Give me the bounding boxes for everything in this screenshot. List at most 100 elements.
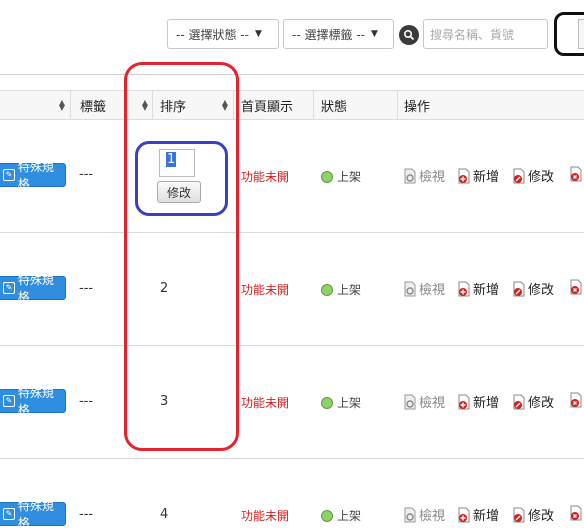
sort-order-cell: 4	[160, 507, 169, 522]
view-button[interactable]: 檢視	[403, 505, 445, 524]
special-spec-label: 特殊規格	[17, 386, 54, 417]
delete-button[interactable]	[569, 279, 583, 295]
row-divider	[0, 232, 584, 233]
add-button[interactable]: 新增	[457, 279, 499, 298]
add-button-label: 新增	[473, 509, 500, 524]
status-label: 上架	[337, 170, 362, 184]
column-divider	[397, 91, 398, 120]
delete-button[interactable]	[569, 166, 583, 182]
special-spec-button[interactable]: ✎ 特殊規格	[0, 160, 66, 191]
edit-button-label: 修改	[528, 396, 555, 411]
add-icon	[457, 281, 471, 297]
homepage-display-cell: 功能未開	[241, 509, 290, 523]
view-button-label: 檢視	[419, 509, 446, 524]
status-dot-icon	[321, 396, 333, 409]
special-spec-button[interactable]: ✎ 特殊規格	[0, 273, 66, 304]
edit-button[interactable]: 修改	[512, 392, 554, 411]
view-button-label: 檢視	[419, 396, 446, 411]
add-icon	[457, 394, 471, 410]
row-divider	[0, 345, 584, 346]
document-view-icon	[403, 394, 417, 410]
search-input[interactable]: 搜尋名稱、貨號	[423, 19, 548, 49]
edit-icon	[512, 168, 526, 184]
column-divider	[70, 91, 71, 120]
tag-select[interactable]: -- 選擇標籤 -- ▼	[283, 19, 394, 49]
status-label: 上架	[337, 283, 362, 297]
document-view-icon	[403, 507, 417, 523]
column-divider	[313, 91, 314, 120]
edit-button[interactable]: 修改	[512, 279, 554, 298]
special-spec-label: 特殊規格	[17, 273, 54, 304]
edit-icon	[512, 394, 526, 410]
add-button-label: 新增	[473, 170, 500, 185]
header-status: 狀態	[321, 100, 348, 115]
edit-icon: ✎	[3, 508, 15, 520]
header-tag[interactable]: 標籤	[80, 96, 106, 115]
row-actions: 檢視 新增 修改	[403, 166, 584, 188]
search-placeholder: 搜尋名稱、貨號	[430, 27, 515, 42]
edit-icon	[512, 281, 526, 297]
view-button[interactable]: 檢視	[403, 279, 445, 298]
edit-button-label: 修改	[528, 283, 555, 298]
tag-cell: ---	[79, 281, 94, 296]
special-spec-button[interactable]: ✎ 特殊規格	[0, 386, 66, 417]
special-spec-label: 特殊規格	[17, 499, 54, 530]
homepage-display-cell: 功能未開	[241, 170, 290, 184]
delete-icon	[569, 505, 583, 521]
tag-cell: ---	[79, 507, 94, 522]
delete-icon	[569, 392, 583, 408]
status-label: 上架	[337, 396, 362, 410]
status-dot-icon	[321, 509, 333, 522]
tag-cell: ---	[79, 394, 94, 409]
chevron-down-icon: ▼	[254, 29, 262, 39]
status-dot-icon	[321, 283, 333, 296]
add-button-label: 新增	[473, 283, 500, 298]
status-select-label: -- 選擇狀態 --	[176, 27, 249, 42]
edit-icon: ✎	[3, 169, 15, 181]
add-button-label: 新增	[473, 396, 500, 411]
chevron-down-icon: ▼	[370, 29, 378, 39]
add-icon	[457, 168, 471, 184]
status-dot-icon	[321, 170, 333, 183]
row-actions: 檢視 新增 修改	[403, 392, 584, 414]
toolbar-divider	[0, 74, 584, 75]
header-actions: 操作	[404, 100, 431, 115]
edit-button-label: 修改	[528, 509, 555, 524]
edit-icon: ✎	[3, 282, 15, 294]
view-button-label: 檢視	[419, 283, 446, 298]
status-badge: 上架	[321, 394, 361, 411]
tag-cell: ---	[79, 167, 94, 182]
document-view-icon	[403, 168, 417, 184]
status-badge: 上架	[321, 168, 361, 185]
edit-button[interactable]: 修改	[512, 505, 554, 524]
search-button[interactable]	[578, 19, 584, 49]
view-button-label: 檢視	[419, 170, 446, 185]
delete-icon	[569, 279, 583, 295]
homepage-display-cell: 功能未開	[241, 396, 290, 410]
add-button[interactable]: 新增	[457, 166, 499, 185]
special-spec-label: 特殊規格	[17, 160, 54, 191]
delete-button[interactable]	[569, 505, 583, 521]
tag-select-label: -- 選擇標籤 --	[292, 27, 365, 42]
add-button[interactable]: 新增	[457, 392, 499, 411]
edit-icon	[512, 507, 526, 523]
edit-button[interactable]: 修改	[512, 166, 554, 185]
delete-button[interactable]	[569, 392, 583, 408]
add-button[interactable]: 新增	[457, 505, 499, 524]
document-view-icon	[403, 281, 417, 297]
edit-icon: ✎	[3, 395, 15, 407]
edit-button-label: 修改	[528, 170, 555, 185]
status-select[interactable]: -- 選擇狀態 -- ▼	[167, 19, 279, 49]
header-homepage: 首頁顯示	[241, 100, 294, 115]
status-badge: 上架	[321, 281, 361, 298]
view-button[interactable]: 檢視	[403, 166, 445, 185]
status-label: 上架	[337, 509, 362, 523]
row-divider	[0, 458, 584, 459]
highlight-box-sort-column	[124, 62, 239, 451]
special-spec-button[interactable]: ✎ 特殊規格	[0, 499, 66, 530]
view-button[interactable]: 檢視	[403, 392, 445, 411]
search-icon[interactable]	[399, 25, 419, 45]
delete-icon	[569, 166, 583, 182]
sort-icon[interactable]: ▲ ▼	[58, 99, 66, 112]
highlight-box-sort-input	[135, 141, 228, 216]
